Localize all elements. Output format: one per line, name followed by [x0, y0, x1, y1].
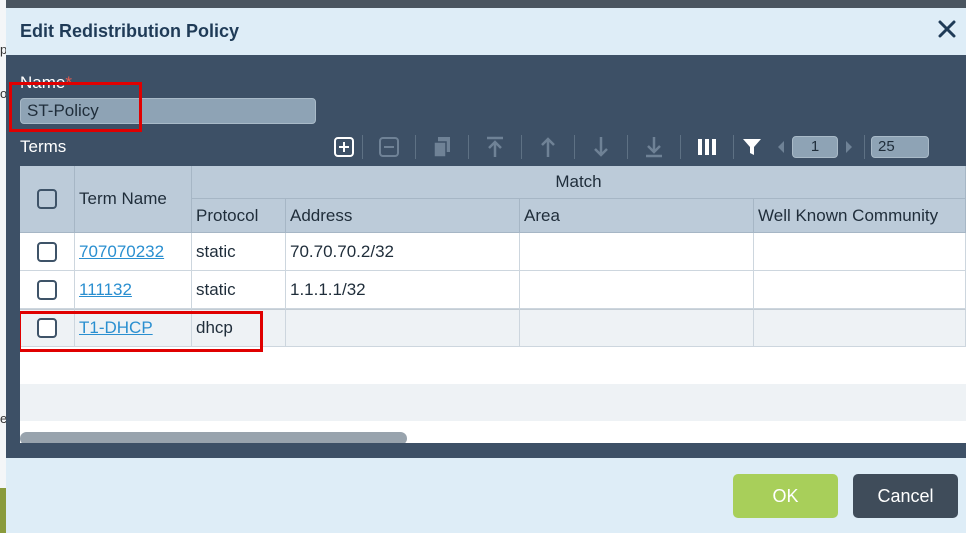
page-number-input[interactable]: 1 [792, 136, 838, 158]
header-term-name[interactable]: Term Name [75, 166, 192, 233]
empty-row [20, 384, 966, 421]
columns-icon[interactable] [681, 134, 733, 160]
terms-toolbar: 1 25 [326, 134, 929, 160]
header-match-group: Match [192, 166, 966, 199]
toolbar-separator [864, 135, 865, 159]
filter-icon[interactable] [734, 134, 770, 160]
horizontal-scrollbar[interactable] [20, 429, 966, 443]
dialog-title-bar: Edit Redistribution Policy [6, 8, 966, 55]
header-well-known-community[interactable]: Well Known Community [754, 199, 966, 233]
name-label: Name* [20, 73, 72, 93]
name-input[interactable] [20, 98, 316, 124]
table-cell-term-name: 111132 [75, 271, 192, 309]
table-cell-address: 70.70.70.2/32 [286, 233, 520, 271]
table-cell-term-name: 707070232 [75, 233, 192, 271]
page-size-input[interactable]: 25 [871, 136, 929, 158]
table-cell-protocol: dhcp [192, 309, 286, 347]
move-top-icon[interactable] [469, 134, 521, 160]
term-link[interactable]: 707070232 [79, 242, 164, 262]
table-cell-address: 1.1.1.1/32 [286, 271, 520, 309]
dialog-footer: OK Cancel [6, 458, 966, 533]
table-cell-protocol: static [192, 271, 286, 309]
table-cell-wkc [754, 233, 966, 271]
cancel-button[interactable]: Cancel [853, 474, 958, 518]
term-link[interactable]: T1-DHCP [79, 318, 153, 338]
term-link[interactable]: 111132 [79, 280, 132, 300]
row-checkbox[interactable] [37, 241, 57, 262]
header-address[interactable]: Address [286, 199, 520, 233]
close-icon[interactable] [934, 18, 960, 44]
remove-icon[interactable] [363, 134, 415, 160]
table-cell-wkc [754, 271, 966, 309]
dialog-title: Edit Redistribution Policy [20, 21, 240, 41]
table-cell-term-name: T1-DHCP [75, 309, 192, 347]
scrollbar-thumb[interactable] [20, 432, 407, 443]
table-cell-protocol: static [192, 233, 286, 271]
terms-label: Terms [20, 137, 67, 156]
table-cell-address [286, 309, 520, 347]
move-up-icon[interactable] [522, 134, 574, 160]
table-row-checkbox-cell [20, 271, 75, 309]
pager-next-icon[interactable] [838, 134, 860, 160]
copy-icon[interactable] [416, 134, 468, 160]
table-row-checkbox-cell [20, 309, 75, 347]
pager-prev-icon[interactable] [770, 134, 792, 160]
select-all-checkbox[interactable] [37, 189, 57, 209]
header-area[interactable]: Area [520, 199, 754, 233]
move-down-icon[interactable] [575, 134, 627, 160]
table-cell-area [520, 309, 754, 347]
header-select-all-cell [20, 166, 75, 233]
add-icon[interactable] [326, 134, 362, 160]
terms-grid: Term Name Match Protocol Address Area We… [20, 166, 966, 443]
row-checkbox[interactable] [37, 279, 57, 300]
table-cell-wkc [754, 309, 966, 347]
required-mark: * [65, 73, 72, 92]
name-label-text: Name [20, 73, 66, 92]
header-protocol[interactable]: Protocol [192, 199, 286, 233]
edit-redistribution-policy-dialog: Edit Redistribution Policy Name* Terms [6, 8, 966, 533]
table-row-checkbox-cell [20, 233, 75, 271]
ok-button[interactable]: OK [733, 474, 838, 518]
row-checkbox[interactable] [37, 318, 57, 338]
table-cell-area [520, 233, 754, 271]
move-bottom-icon[interactable] [628, 134, 680, 160]
table-cell-area [520, 271, 754, 309]
empty-row [20, 347, 966, 384]
